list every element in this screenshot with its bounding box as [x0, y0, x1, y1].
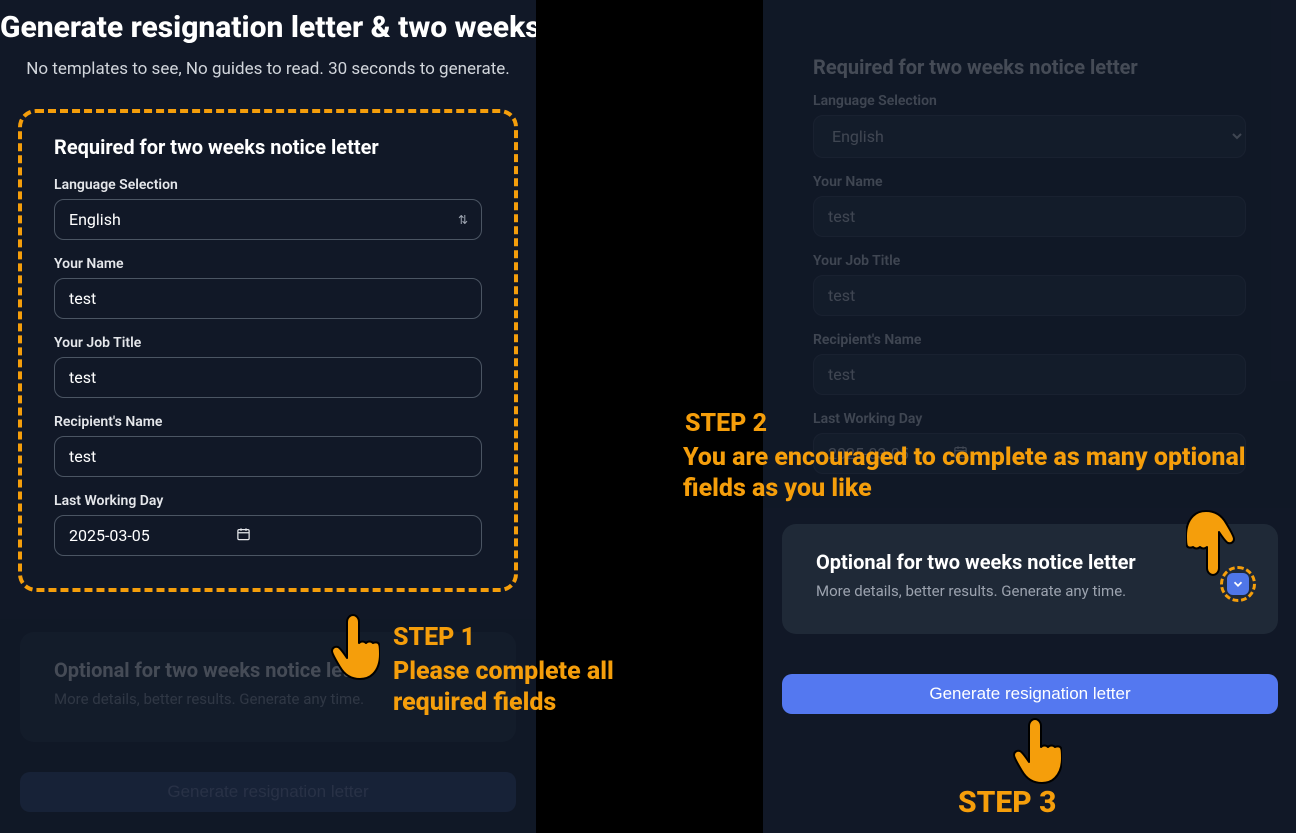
required-section-title: Required for two weeks notice letter	[54, 135, 482, 159]
last-working-day-field: Last Working Day	[54, 493, 482, 556]
name-label-right: Your Name	[813, 174, 1246, 190]
last-working-day-label-right: Last Working Day	[813, 411, 1246, 427]
page-subtitle: No templates to see, No guides to read. …	[0, 45, 536, 79]
step-3-heading: STEP 3	[958, 784, 1056, 822]
page-title: Generate resignation letter & two weeks …	[0, 0, 536, 45]
step-2-text: You are encouraged to complete as many o…	[683, 442, 1263, 505]
job-title-label: Your Job Title	[54, 335, 482, 351]
recipient-input[interactable]	[54, 436, 482, 477]
pointer-hand-icon	[324, 612, 380, 682]
job-title-input[interactable]	[54, 357, 482, 398]
recipient-label-right: Recipient's Name	[813, 332, 1246, 348]
language-label-right: Language Selection	[813, 93, 1246, 109]
name-input[interactable]	[54, 278, 482, 319]
pointer-hand-icon	[1006, 716, 1062, 786]
optional-subtitle-right: More details, better results. Generate a…	[816, 582, 1248, 600]
job-title-input-right[interactable]	[813, 275, 1246, 316]
recipient-input-right[interactable]	[813, 354, 1246, 395]
pointer-hand-icon	[1186, 508, 1242, 578]
name-input-right[interactable]	[813, 196, 1246, 237]
step-2-heading: STEP 2	[685, 408, 767, 439]
last-working-day-label: Last Working Day	[54, 493, 482, 509]
required-fields-card: Required for two weeks notice letter Lan…	[20, 111, 516, 590]
last-working-day-input[interactable]	[54, 515, 482, 556]
name-label: Your Name	[54, 256, 482, 272]
step-1-heading: STEP 1	[393, 622, 475, 653]
language-select-right[interactable]: English	[813, 115, 1246, 158]
generate-button[interactable]: Generate resignation letter	[782, 674, 1278, 714]
language-field: Language Selection English ⇅	[54, 177, 482, 240]
job-title-field: Your Job Title	[54, 335, 482, 398]
job-title-label-right: Your Job Title	[813, 253, 1246, 269]
language-select[interactable]: English	[54, 199, 482, 240]
step-1-text: Please complete all required fields	[393, 656, 703, 719]
recipient-label: Recipient's Name	[54, 414, 482, 430]
chevron-down-icon	[1231, 577, 1245, 591]
required-section-title-right: Required for two weeks notice letter	[813, 55, 1246, 79]
name-field: Your Name	[54, 256, 482, 319]
optional-title-right: Optional for two weeks notice letter	[816, 550, 1248, 574]
recipient-field: Recipient's Name	[54, 414, 482, 477]
generate-button-disabled[interactable]: Generate resignation letter	[20, 772, 516, 812]
language-label: Language Selection	[54, 177, 482, 193]
